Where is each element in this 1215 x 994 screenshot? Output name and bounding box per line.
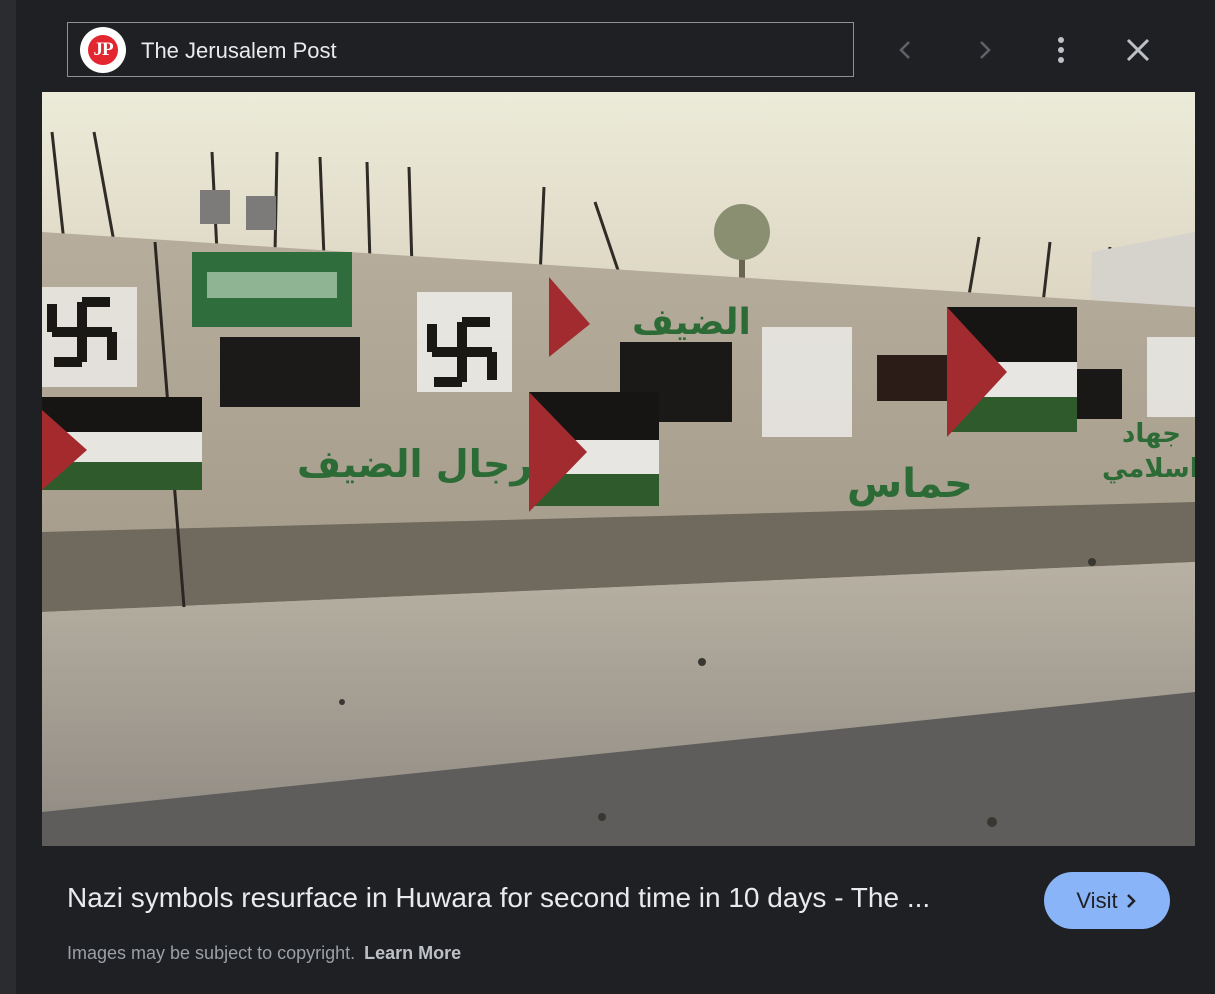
previous-button[interactable] <box>884 28 928 72</box>
source-logo-text: JP <box>88 35 118 65</box>
left-panel-edge <box>0 0 16 994</box>
more-vert-icon <box>1058 37 1064 63</box>
wall-graffiti-photo: الضيف رجال الضيف حماس جهاد اسلامي <box>42 92 1195 846</box>
source-link[interactable]: JP The Jerusalem Post <box>67 22 854 77</box>
copyright-text: Images may be subject to copyright. <box>67 943 356 963</box>
chevron-left-icon <box>899 41 910 59</box>
visit-button[interactable]: Visit <box>1044 872 1170 929</box>
graffiti-text-5: اسلامي <box>1102 454 1195 484</box>
learn-more-link[interactable]: Learn More <box>364 943 461 963</box>
graffiti-text-2: رجال الضيف <box>297 442 532 486</box>
close-icon <box>1126 38 1150 62</box>
more-options-button[interactable] <box>1039 28 1083 72</box>
source-logo: JP <box>80 27 126 73</box>
preview-image[interactable]: الضيف رجال الضيف حماس جهاد اسلامي <box>42 92 1195 846</box>
source-name: The Jerusalem Post <box>141 38 337 63</box>
copyright-notice: Images may be subject to copyright. Lear… <box>67 943 461 964</box>
visit-button-label: Visit <box>1076 887 1118 913</box>
next-button[interactable] <box>962 28 1006 72</box>
close-button[interactable] <box>1116 28 1160 72</box>
chevron-right-icon <box>1126 893 1136 908</box>
chevron-right-icon <box>980 41 991 59</box>
graffiti-text-3: حماس <box>847 461 973 507</box>
graffiti-text-4: جهاد <box>1122 419 1181 449</box>
image-caption[interactable]: Nazi symbols resurface in Huwara for sec… <box>67 882 967 914</box>
graffiti-text-1: الضيف <box>632 302 751 343</box>
